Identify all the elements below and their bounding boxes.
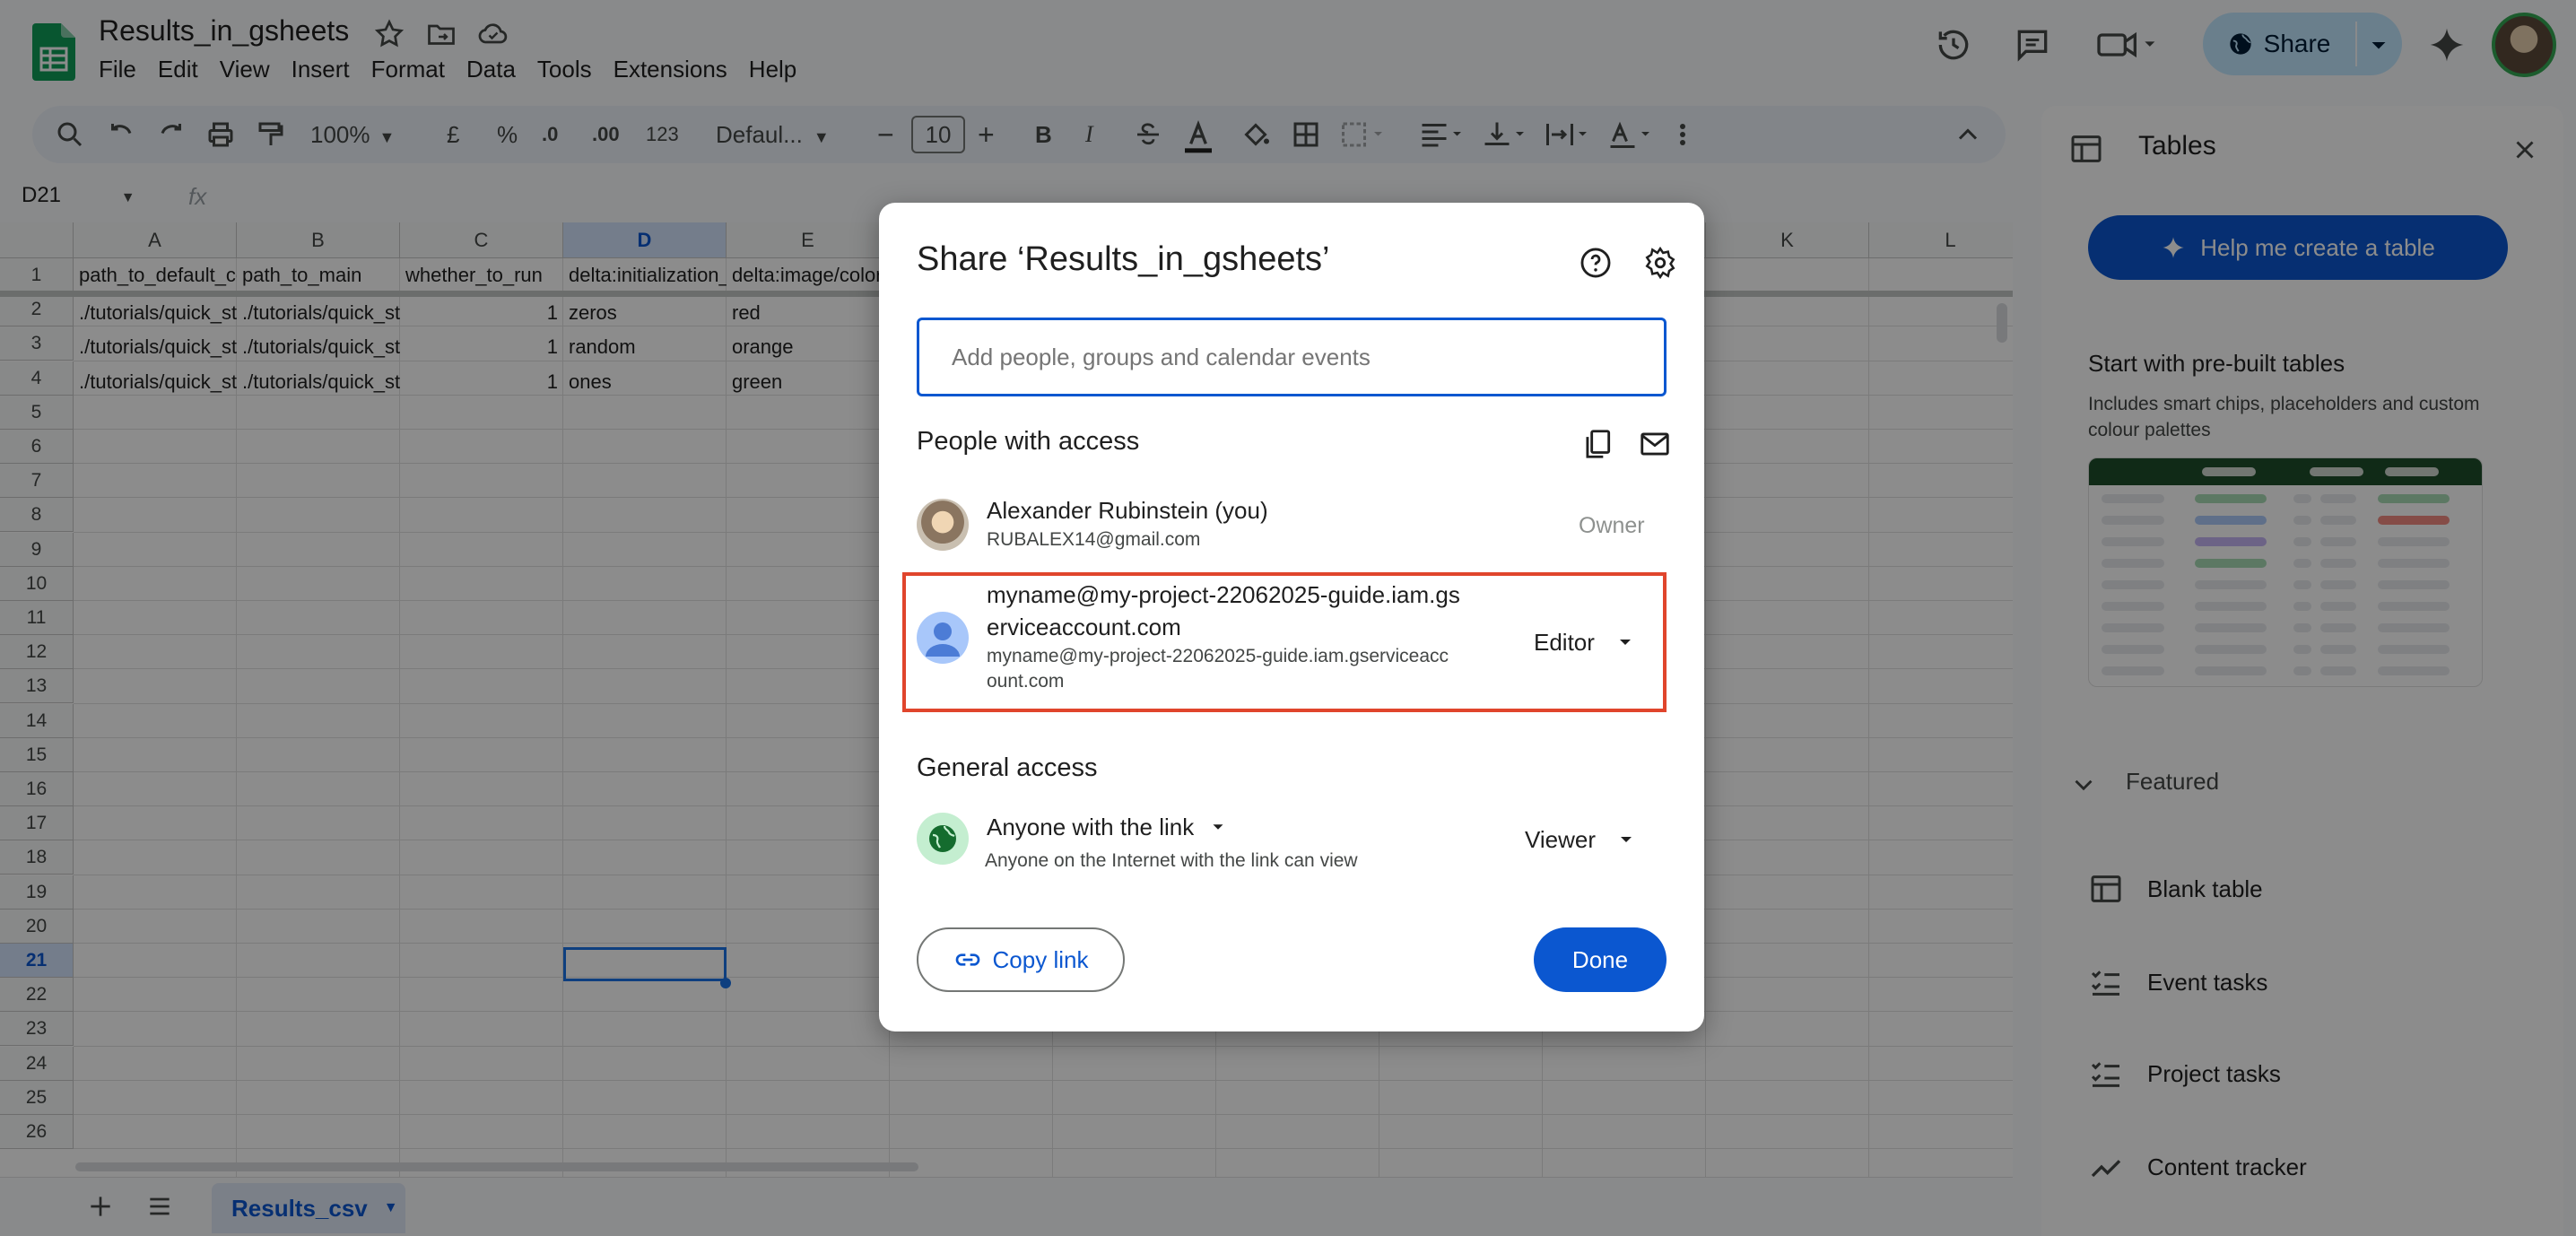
dialog-title: Share ‘Results_in_gsheets’ [917,240,1330,278]
owner-email: RUBALEX14@gmail.com [987,529,1201,550]
email-icon[interactable] [1638,427,1672,461]
general-access-heading: General access [917,753,1098,782]
share-dialog: Share ‘Results_in_gsheets’ People with a… [879,203,1704,1031]
help-icon[interactable] [1579,246,1613,280]
caret-down-icon [1615,829,1637,850]
done-button[interactable]: Done [1534,927,1667,992]
globe-icon [917,813,969,865]
copy-link-label: Copy link [992,945,1089,973]
owner-name: Alexander Rubinstein (you) [987,497,1268,524]
people-with-access-heading: People with access [917,427,1140,456]
service-account-email-line1: myname@my-project-22062025-guide.iam.gse… [987,646,1449,666]
owner-avatar [917,499,969,551]
add-people-input[interactable] [917,318,1667,396]
caret-down-icon [1208,817,1228,837]
copy-link-button[interactable]: Copy link [917,927,1125,992]
general-access-description: Anyone on the Internet with the link can… [985,850,1358,871]
service-account-name-line1: myname@my-project-22062025-guide.iam.gs [987,581,1460,608]
service-account-name-line2: erviceaccount.com [987,614,1181,640]
viewer-role-label: Viewer [1525,825,1597,853]
settings-gear-icon[interactable] [1643,246,1677,280]
copy-emails-icon[interactable] [1580,427,1614,461]
owner-role: Owner [1579,513,1645,538]
general-access-option: Anyone with the link [987,813,1195,840]
link-icon [953,945,982,974]
service-account-email-line2: ount.com [987,671,1065,692]
general-access-dropdown[interactable]: Anyone with the link [987,809,1228,845]
person-avatar-icon [917,612,969,664]
viewer-role-dropdown[interactable]: Viewer [1525,822,1637,857]
editor-role-label: Editor [1534,628,1595,656]
editor-role-dropdown[interactable]: Editor [1534,624,1636,660]
caret-down-icon [1614,631,1636,653]
